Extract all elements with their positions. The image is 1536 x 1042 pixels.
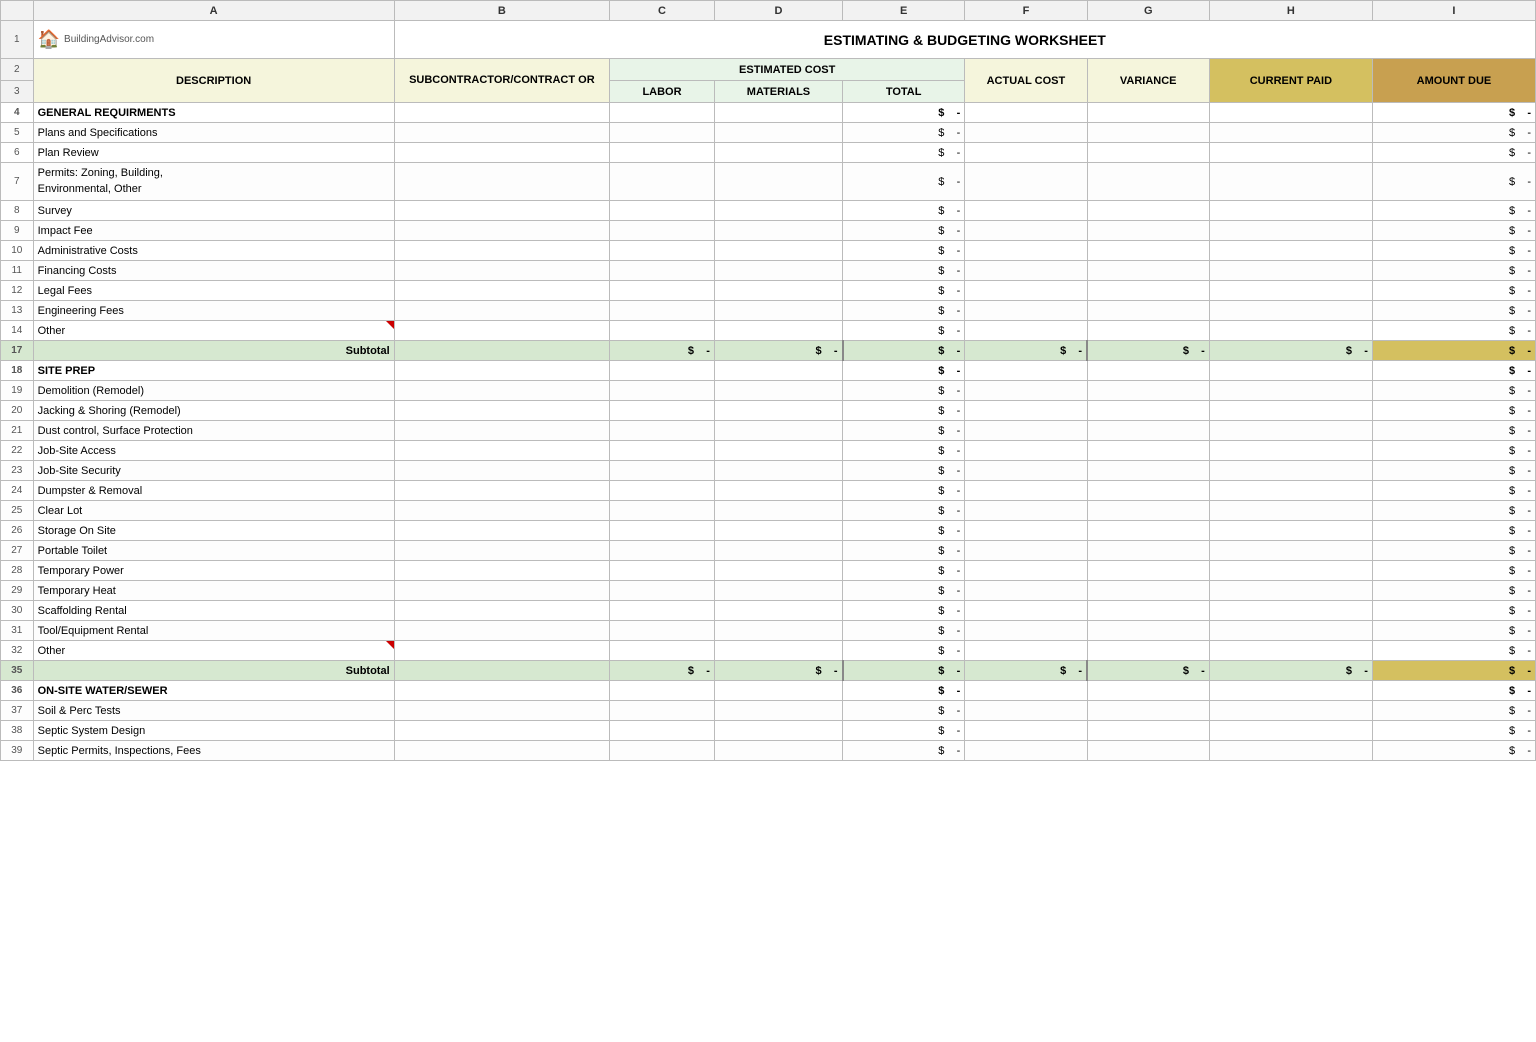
row-6-desc[interactable]: Plan Review — [33, 143, 394, 163]
logo-text: BuildingAdvisor.com — [64, 34, 154, 45]
row-6: 6 Plan Review $ - $ - — [1, 143, 1536, 163]
row-20: 20 Jacking & Shoring (Remodel) $ - $ - — [1, 401, 1536, 421]
variance-header: VARIANCE — [1087, 59, 1209, 103]
subtotal-1-label[interactable]: Subtotal — [33, 341, 394, 361]
row-23-desc[interactable]: Job-Site Security — [33, 461, 394, 481]
col-c-header: C — [610, 1, 715, 21]
description-header: DESCRIPTION — [33, 59, 394, 103]
row-14-desc[interactable]: Other — [33, 321, 394, 341]
row-21: 21 Dust control, Surface Protection $ - … — [1, 421, 1536, 441]
row-39: 39 Septic Permits, Inspections, Fees $ -… — [1, 741, 1536, 761]
logo-cell: 🏠 BuildingAdvisor.com — [33, 21, 394, 59]
row-37: 37 Soil & Perc Tests $ - $ - — [1, 701, 1536, 721]
col-h-header: H — [1209, 1, 1372, 21]
row-num-1: 1 — [1, 21, 34, 59]
row-10-desc[interactable]: Administrative Costs — [33, 241, 394, 261]
col-letters-row: A B C D E F G H I — [1, 1, 1536, 21]
title-row: 1 🏠 BuildingAdvisor.com ESTIMATING & BUD… — [1, 21, 1536, 59]
row-20-desc[interactable]: Jacking & Shoring (Remodel) — [33, 401, 394, 421]
row-11: 11 Financing Costs $ - $ - — [1, 261, 1536, 281]
row-26-desc[interactable]: Storage On Site — [33, 521, 394, 541]
row-31-desc[interactable]: Tool/Equipment Rental — [33, 621, 394, 641]
row-11-desc[interactable]: Financing Costs — [33, 261, 394, 281]
row-4: 4 GENERAL REQUIRMENTS $ - $ - — [1, 103, 1536, 123]
row-5-desc[interactable]: Plans and Specifications — [33, 123, 394, 143]
row-28: 28 Temporary Power $ - $ - — [1, 561, 1536, 581]
row-13-desc[interactable]: Engineering Fees — [33, 301, 394, 321]
row-7-desc[interactable]: Permits: Zoning, Building,Environmental,… — [33, 163, 394, 201]
row-22-desc[interactable]: Job-Site Access — [33, 441, 394, 461]
labor-header: LABOR — [610, 81, 715, 103]
row-18: 18 SITE PREP $ - $ - — [1, 361, 1536, 381]
row-39-desc[interactable]: Septic Permits, Inspections, Fees — [33, 741, 394, 761]
worksheet-title: ESTIMATING & BUDGETING WORKSHEET — [394, 21, 1535, 59]
materials-header: MATERIALS — [714, 81, 842, 103]
row-36: 36 ON-SITE WATER/SEWER $ - $ - — [1, 681, 1536, 701]
row-25: 25 Clear Lot $ - $ - — [1, 501, 1536, 521]
row-31: 31 Tool/Equipment Rental $ - $ - — [1, 621, 1536, 641]
row-38: 38 Septic System Design $ - $ - — [1, 721, 1536, 741]
row-19: 19 Demolition (Remodel) $ - $ - — [1, 381, 1536, 401]
row-10: 10 Administrative Costs $ - $ - — [1, 241, 1536, 261]
spreadsheet: A B C D E F G H I 1 🏠 BuildingAdvisor.co… — [0, 0, 1536, 761]
row-8-desc[interactable]: Survey — [33, 201, 394, 221]
row-28-desc[interactable]: Temporary Power — [33, 561, 394, 581]
row-12-desc[interactable]: Legal Fees — [33, 281, 394, 301]
row-24: 24 Dumpster & Removal $ - $ - — [1, 481, 1536, 501]
row-25-desc[interactable]: Clear Lot — [33, 501, 394, 521]
row-num-2: 2 — [1, 59, 34, 81]
row-17: 17 Subtotal $ - $ - $ - $ - $ - $ - $ - — [1, 341, 1536, 361]
row-13: 13 Engineering Fees $ - $ - — [1, 301, 1536, 321]
row-19-desc[interactable]: Demolition (Remodel) — [33, 381, 394, 401]
row-29: 29 Temporary Heat $ - $ - — [1, 581, 1536, 601]
row-12: 12 Legal Fees $ - $ - — [1, 281, 1536, 301]
corner-cell — [1, 1, 34, 21]
row-37-desc[interactable]: Soil & Perc Tests — [33, 701, 394, 721]
col-f-header: F — [965, 1, 1087, 21]
row-7: 7 Permits: Zoning, Building,Environmenta… — [1, 163, 1536, 201]
row-24-desc[interactable]: Dumpster & Removal — [33, 481, 394, 501]
col-d-header: D — [714, 1, 842, 21]
row-num-3: 3 — [1, 81, 34, 103]
row-23: 23 Job-Site Security $ - $ - — [1, 461, 1536, 481]
row-27: 27 Portable Toilet $ - $ - — [1, 541, 1536, 561]
actual-cost-header: ACTUAL COST — [965, 59, 1087, 103]
col-i-header: I — [1372, 1, 1535, 21]
water-sewer-label[interactable]: ON-SITE WATER/SEWER — [33, 681, 394, 701]
col-a-header: A — [33, 1, 394, 21]
row-29-desc[interactable]: Temporary Heat — [33, 581, 394, 601]
row-14: 14 Other $ - $ - — [1, 321, 1536, 341]
row-9-desc[interactable]: Impact Fee — [33, 221, 394, 241]
row-21-desc[interactable]: Dust control, Surface Protection — [33, 421, 394, 441]
logo-icon: 🏠 — [38, 29, 60, 50]
current-paid-header: CURRENT PAID — [1209, 59, 1372, 103]
col-b-header: B — [394, 1, 609, 21]
row-22: 22 Job-Site Access $ - $ - — [1, 441, 1536, 461]
row-32: 32 Other $ - $ - — [1, 641, 1536, 661]
col-g-header: G — [1087, 1, 1209, 21]
col-e-header: E — [843, 1, 965, 21]
general-req-label[interactable]: GENERAL REQUIRMENTS — [33, 103, 394, 123]
row-38-desc[interactable]: Septic System Design — [33, 721, 394, 741]
row-8: 8 Survey $ - $ - — [1, 201, 1536, 221]
estimated-cost-header: ESTIMATED COST — [610, 59, 965, 81]
total-header: TOTAL — [843, 81, 965, 103]
row-35: 35 Subtotal $ - $ - $ - $ - $ - $ - $ - — [1, 661, 1536, 681]
subcontractor-header: SUBCONTRACTOR/CONTRACT OR — [394, 59, 609, 103]
row-30-desc[interactable]: Scaffolding Rental — [33, 601, 394, 621]
row-32-desc[interactable]: Other — [33, 641, 394, 661]
subtotal-2-label[interactable]: Subtotal — [33, 661, 394, 681]
header-row-2: 2 DESCRIPTION SUBCONTRACTOR/CONTRACT OR … — [1, 59, 1536, 81]
row-27-desc[interactable]: Portable Toilet — [33, 541, 394, 561]
site-prep-label[interactable]: SITE PREP — [33, 361, 394, 381]
row-9: 9 Impact Fee $ - $ - — [1, 221, 1536, 241]
amount-due-header: AMOUNT DUE — [1372, 59, 1535, 103]
row-30: 30 Scaffolding Rental $ - $ - — [1, 601, 1536, 621]
row-5: 5 Plans and Specifications $ - $ - — [1, 123, 1536, 143]
row-26: 26 Storage On Site $ - $ - — [1, 521, 1536, 541]
